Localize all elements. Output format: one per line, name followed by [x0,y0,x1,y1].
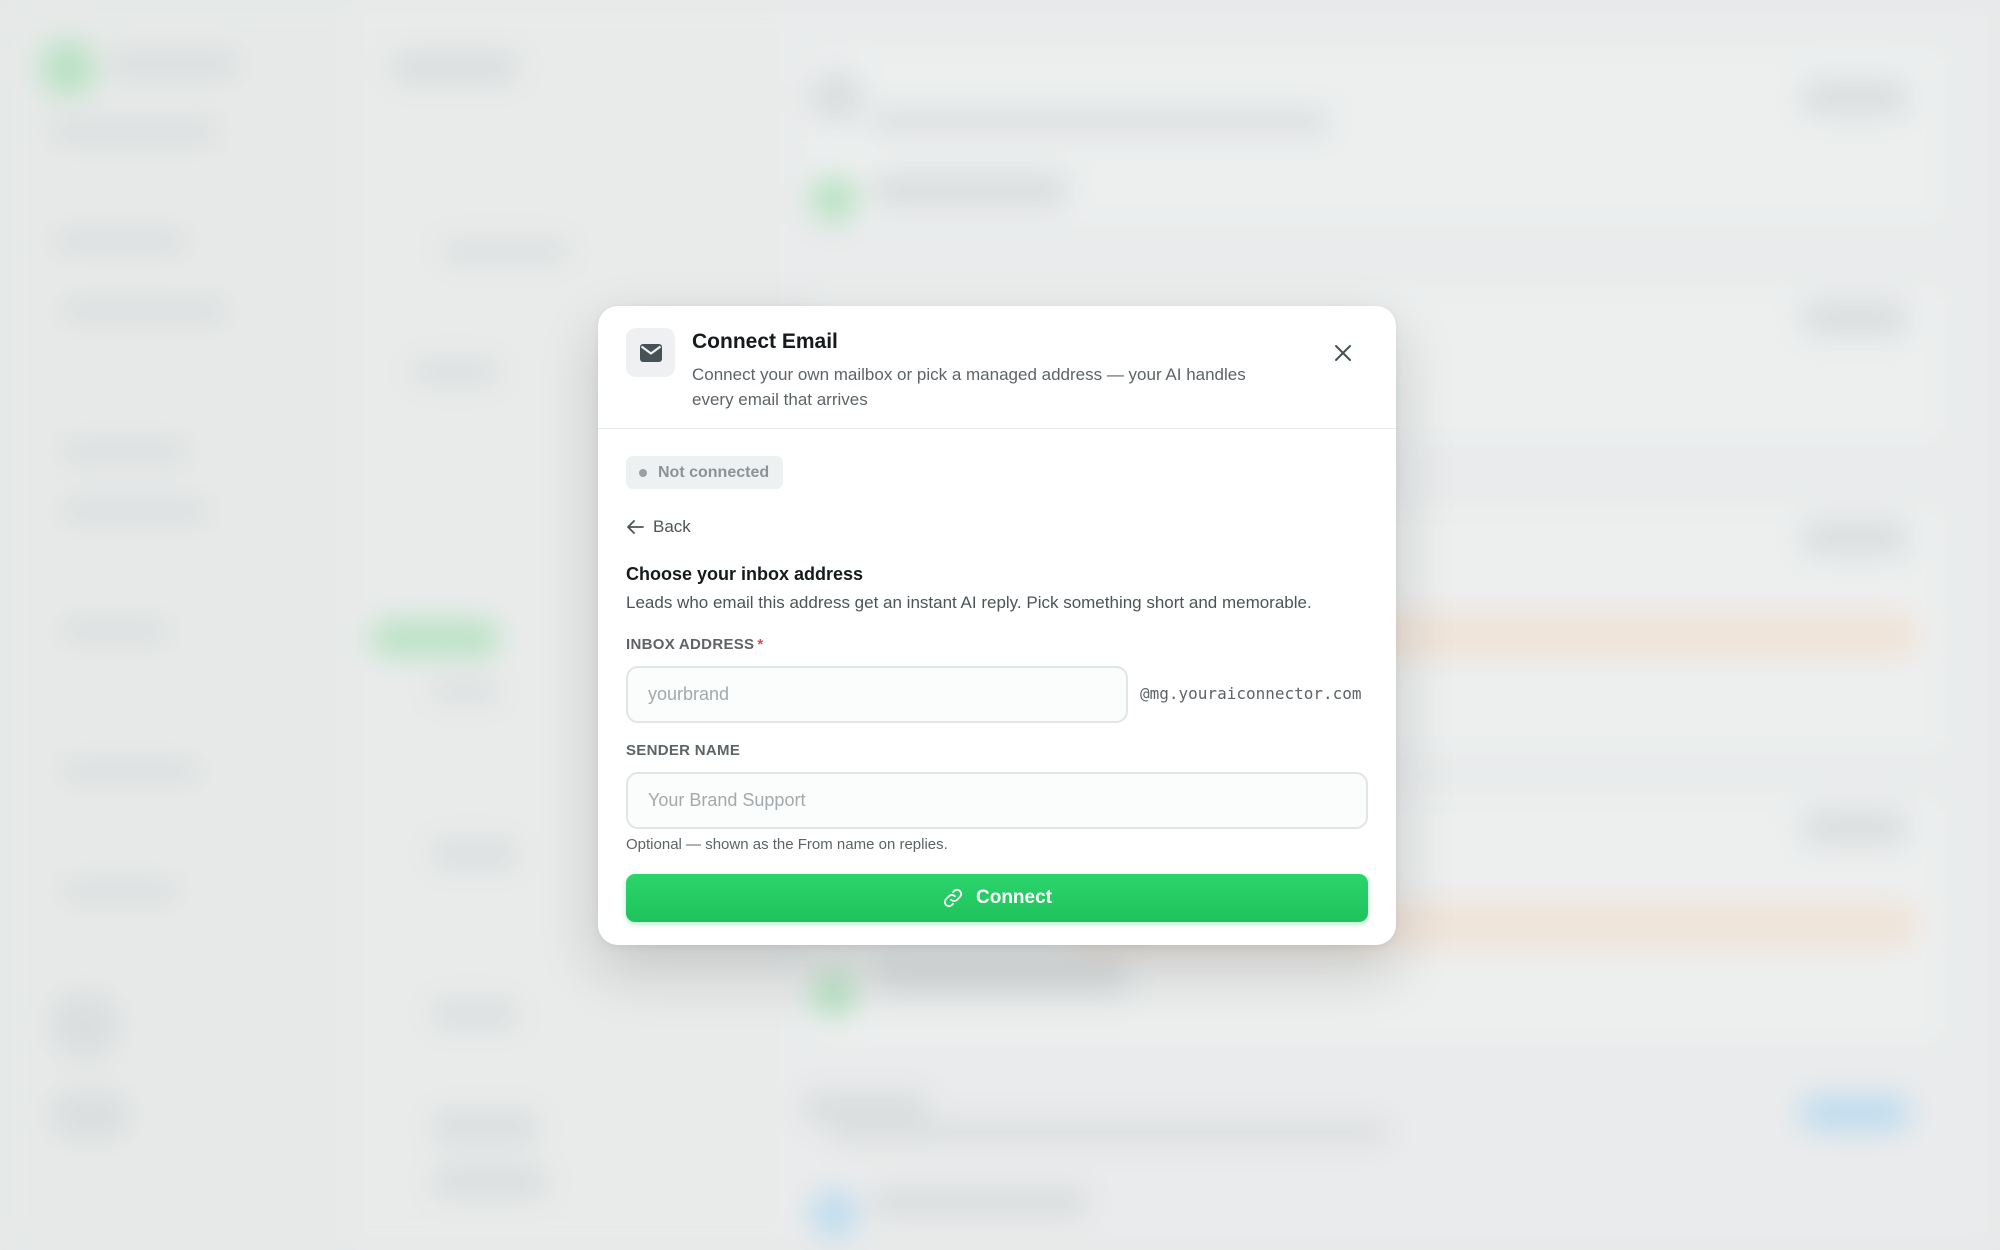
status-badge: Not connected [626,456,784,489]
inbox-address-label: INBOX ADDRESS * [626,636,764,653]
close-icon [1335,345,1351,361]
dialog-subtitle: Connect your own mailbox or pick a manag… [692,365,1246,409]
required-marker: * [757,636,764,653]
inbox-section-title: Choose your inbox address [626,564,864,584]
status-label: Not connected [658,464,770,481]
dialog-title: Connect Email [692,330,838,353]
mail-icon [626,328,675,377]
inbox-domain-suffix: @mg.youraiconnector.com [1140,684,1362,703]
connect-button-label: Connect [976,887,1052,908]
connect-button[interactable]: Connect [626,874,1368,922]
sender-name-label: SENDER NAME [626,742,741,759]
sender-name-hint: Optional — shown as the From name on rep… [626,836,948,853]
back-label: Back [653,517,691,536]
connect-email-dialog: Connect Email Connect your own mailbox o… [598,306,1396,945]
link-icon [943,888,963,908]
dialog-header: Connect Email Connect your own mailbox o… [598,306,1396,429]
inbox-address-label-text: INBOX ADDRESS [626,636,755,653]
sender-name-input[interactable] [626,772,1368,829]
status-dot [639,469,647,477]
back-button[interactable]: Back [626,515,691,539]
arrow-left-icon [627,520,644,534]
inbox-section-description: Leads who email this address get an inst… [626,593,1312,612]
inbox-address-input[interactable] [626,666,1128,723]
close-button[interactable] [1328,338,1358,368]
